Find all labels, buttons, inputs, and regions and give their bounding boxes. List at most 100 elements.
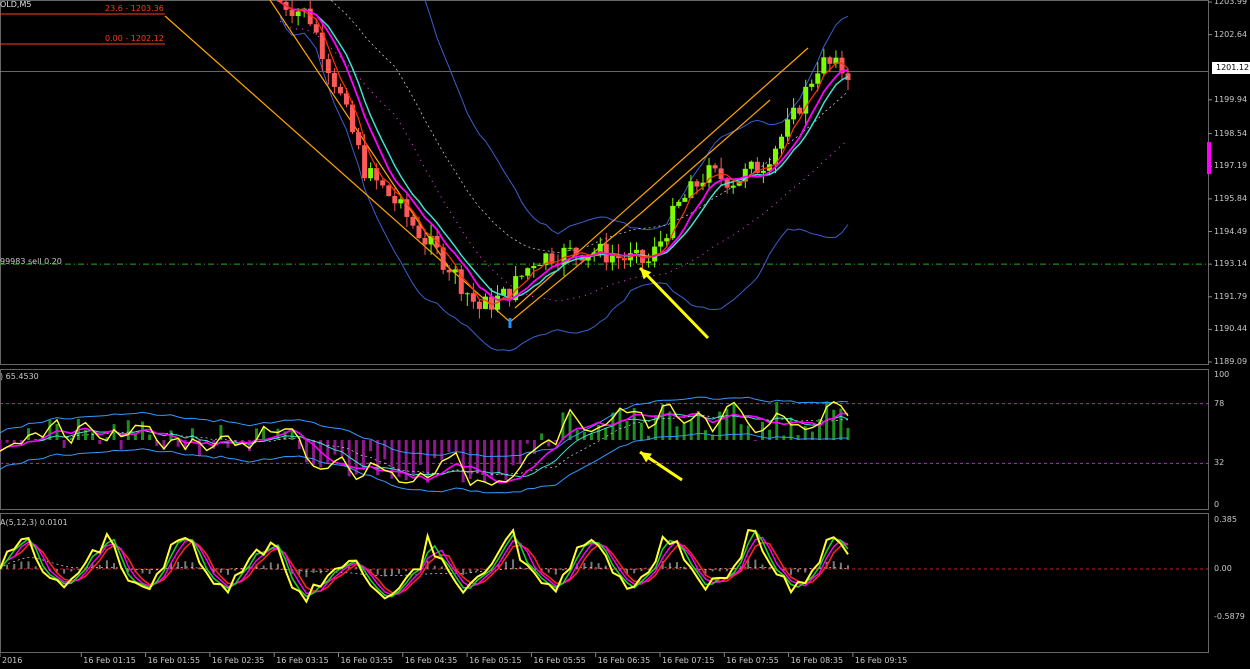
time-axis-label: 16 Feb 09:15 xyxy=(854,656,908,665)
price-tick-label: 1189.09 xyxy=(1214,357,1248,366)
macd-histogram-bar xyxy=(512,559,515,569)
rsi-histogram-bar xyxy=(518,440,522,465)
candle-body xyxy=(356,132,362,146)
rsi-histogram-bar xyxy=(725,408,729,440)
candle-body xyxy=(313,24,319,33)
rsi-histogram-bar xyxy=(62,440,66,448)
price-tick-label: 1197.19 xyxy=(1214,161,1248,171)
rsi-histogram-bar xyxy=(411,440,415,475)
price-tick-label: 1195.84 xyxy=(1214,193,1248,203)
rsi-histogram-bar xyxy=(753,440,757,442)
candle-body xyxy=(694,181,700,187)
candle-body xyxy=(452,269,458,273)
candle-body xyxy=(464,293,470,295)
macd-histogram-bar xyxy=(383,569,386,577)
macd-histogram-bar xyxy=(633,569,636,574)
rsi-histogram-bar xyxy=(689,420,693,440)
macd-histogram-bar xyxy=(789,569,792,575)
macd-histogram-bar xyxy=(583,563,586,569)
candle-body xyxy=(791,107,797,120)
macd-histogram-bar xyxy=(504,561,507,569)
rsi-histogram-bar xyxy=(703,430,707,440)
time-axis-label: 16 Feb 01:55 xyxy=(147,656,201,665)
macd-histogram-bar xyxy=(148,569,151,575)
macd-histogram-bar xyxy=(847,565,849,569)
candle-body xyxy=(295,11,301,17)
candle-body xyxy=(658,241,664,247)
price-tick-label: 1191.79 xyxy=(1214,291,1248,301)
macd-histogram-bar xyxy=(440,566,443,569)
macd-histogram-bar xyxy=(198,567,201,569)
price-tick-label: 1203.99 xyxy=(1214,0,1248,6)
macd-histogram-bar xyxy=(234,569,237,571)
macd-histogram-bar xyxy=(711,569,714,572)
candle-body xyxy=(537,265,543,267)
time-axis-label: 16 Feb 01:15 xyxy=(83,656,136,665)
time-axis-label: 2016 xyxy=(2,656,23,665)
time-axis-label: 16 Feb 07:55 xyxy=(726,656,779,665)
rsi-histogram-bar xyxy=(639,422,643,440)
macd-axis-label: 0.385 xyxy=(1214,515,1237,524)
price-tick-label: 1202.64 xyxy=(1214,29,1248,39)
macd-histogram-bar xyxy=(462,569,465,575)
rsi-histogram-bar xyxy=(333,440,337,455)
macd-panel-frame xyxy=(0,513,1209,653)
candle-body xyxy=(386,185,392,197)
macd-histogram-bar xyxy=(398,569,401,574)
rsi-histogram-bar xyxy=(440,440,444,460)
rsi-histogram-bar xyxy=(319,440,323,468)
candle-body xyxy=(337,86,343,94)
macd-histogram-bar xyxy=(98,564,101,569)
rsi-histogram-bar xyxy=(497,440,501,475)
rsi-histogram-bar xyxy=(675,426,679,440)
macd-histogram-bar xyxy=(668,562,671,569)
candle-body xyxy=(712,165,718,169)
macd-histogram-bar xyxy=(355,566,358,569)
candle-body xyxy=(748,161,754,169)
rsi-histogram-bar xyxy=(746,425,750,440)
candle-body xyxy=(325,59,331,73)
trade-label: 99983 sell 0.20 xyxy=(0,257,62,266)
macd-axis-label: 0.00 xyxy=(1214,564,1232,573)
rsi-histogram-bar xyxy=(525,440,529,444)
price-tick-label: 1199.94 xyxy=(1214,94,1248,104)
candle-body xyxy=(519,275,525,277)
price-edge-marker xyxy=(1207,142,1211,174)
candle-body xyxy=(760,170,766,173)
macd-histogram-bar xyxy=(754,559,757,569)
macd-histogram-bar xyxy=(70,569,73,572)
macd-histogram-bar xyxy=(469,569,472,573)
candle-body xyxy=(410,216,416,226)
candle-body xyxy=(398,199,404,204)
candle-body xyxy=(821,57,827,74)
candle-body xyxy=(289,9,295,17)
macd-histogram-bar xyxy=(191,562,194,569)
macd-histogram-bar xyxy=(390,569,393,576)
rsi-histogram-bar xyxy=(418,440,422,465)
time-axis-label: 16 Feb 04:35 xyxy=(404,656,458,665)
rsi-histogram-bar xyxy=(447,440,451,453)
macd-histogram-bar xyxy=(561,569,564,571)
candle-body xyxy=(531,266,537,269)
rsi-histogram-bar xyxy=(632,408,636,440)
rsi-histogram-bar xyxy=(247,440,251,452)
rsi-histogram-bar xyxy=(832,409,836,440)
chart-canvas xyxy=(0,0,1212,657)
candle-body xyxy=(416,225,422,238)
macd-histogram-bar xyxy=(63,569,66,574)
candle-body xyxy=(809,83,815,87)
rsi-histogram-bar xyxy=(34,438,38,440)
rsi-histogram-bar xyxy=(383,440,387,460)
rsi-histogram-bar xyxy=(618,410,622,440)
candle-body xyxy=(362,145,368,179)
macd-histogram-bar xyxy=(27,561,30,569)
price-arrow xyxy=(638,266,710,340)
macd-histogram-bar xyxy=(547,569,550,573)
candle-body xyxy=(470,293,476,302)
price-tick-label: 1193.14 xyxy=(1214,259,1248,269)
candle-body xyxy=(827,57,833,64)
macd-histogram-bar xyxy=(804,569,807,573)
rsi-histogram-bar xyxy=(625,420,629,440)
macd-histogram-bar xyxy=(554,569,557,575)
macd-histogram-bar xyxy=(761,564,764,569)
